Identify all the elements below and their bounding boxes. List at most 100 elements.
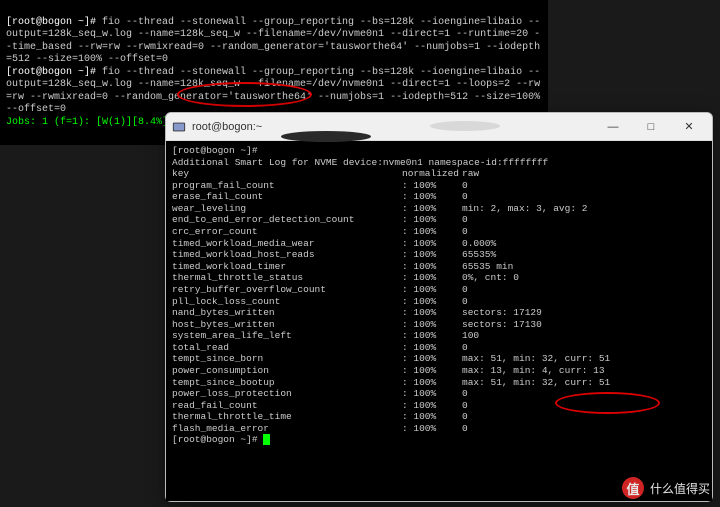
redaction-smudge [281,141,371,142]
watermark: 值 什么值得买 [622,477,710,499]
metric-normalized: : 100% [402,307,462,319]
metric-raw: 0 [462,411,706,423]
metric-normalized: : 100% [402,353,462,365]
metric-raw: 65535% [462,249,706,261]
metric-normalized: : 100% [402,261,462,273]
metric-normalized: : 100% [402,238,462,250]
metric-normalized: : 100% [402,377,462,389]
table-row: tempt_since_bootup: 100%max: 51, min: 32… [172,377,706,389]
metric-key: program_fail_count [172,180,402,192]
table-row: system_area_life_left: 100%100 [172,330,706,342]
metric-key: thermal_throttle_time [172,411,402,423]
table-row: timed_workload_host_reads: 100%65535% [172,249,706,261]
metric-raw: 0 [462,180,706,192]
metric-normalized: : 100% [402,272,462,284]
table-row: pll_lock_loss_count: 100%0 [172,296,706,308]
metric-key: host_bytes_written [172,319,402,331]
metric-normalized: : 100% [402,388,462,400]
metric-normalized: : 100% [402,296,462,308]
metric-normalized: : 100% [402,411,462,423]
col-key: key [172,168,402,180]
metric-key: timed_workload_host_reads [172,249,402,261]
metric-key: total_read [172,342,402,354]
col-normalized: normalized [402,168,462,180]
smart-log-header: Additional Smart Log for NVME device:nvm… [172,157,706,169]
metric-raw: max: 51, min: 32, curr: 51 [462,377,706,389]
shell-prompt: [root@bogon ~]# [6,17,102,28]
metric-key: power_loss_protection [172,388,402,400]
table-row: thermal_throttle_time: 100%0 [172,411,706,423]
prompt-line: [root@bogon ~]# [172,145,706,157]
metric-raw: 0 [462,296,706,308]
metric-normalized: : 100% [402,342,462,354]
metric-raw: 0 [462,388,706,400]
metric-key: erase_fail_count [172,191,402,203]
terminal-output[interactable]: [root@bogon ~]# Additional Smart Log for… [166,141,712,501]
watermark-logo: 值 [622,477,644,499]
metric-raw: 0 [462,191,706,203]
shell-prompt: [root@bogon ~]# [6,67,102,78]
table-row: host_bytes_written: 100%sectors: 17130 [172,319,706,331]
metric-key: wear_leveling [172,203,402,215]
prompt-line: [root@bogon ~]# [172,434,706,446]
table-header-row: key normalized raw [172,168,706,180]
metric-key: flash_media_error [172,423,402,435]
table-row: end_to_end_error_detection_count: 100%0 [172,214,706,226]
table-row: total_read: 100%0 [172,342,706,354]
metric-normalized: : 100% [402,249,462,261]
col-raw: raw [462,168,706,180]
table-row: timed_workload_timer: 100%65535 min [172,261,706,273]
app-icon [172,120,186,134]
metric-key: system_area_life_left [172,330,402,342]
metric-key: nand_bytes_written [172,307,402,319]
metric-raw: sectors: 17129 [462,307,706,319]
metric-key: tempt_since_born [172,353,402,365]
metric-raw: 0 [462,214,706,226]
metric-key: timed_workload_media_wear [172,238,402,250]
metric-raw: 0.000% [462,238,706,250]
metric-normalized: : 100% [402,284,462,296]
close-button[interactable]: ✕ [672,116,706,138]
table-row: erase_fail_count: 100%0 [172,191,706,203]
metric-normalized: : 100% [402,191,462,203]
metric-raw: sectors: 17130 [462,319,706,331]
watermark-text: 什么值得买 [650,480,710,497]
window-controls: — □ ✕ [596,116,706,138]
foreground-terminal-window: root@bogon:~ — □ ✕ [root@bogon ~]# Addit… [165,112,713,502]
metric-key: tempt_since_bootup [172,377,402,389]
metric-normalized: : 100% [402,423,462,435]
metric-normalized: : 100% [402,319,462,331]
metric-key: timed_workload_timer [172,261,402,273]
table-row: crc_error_count: 100%0 [172,226,706,238]
minimize-button[interactable]: — [596,116,630,138]
metric-raw: 65535 min [462,261,706,273]
metric-key: crc_error_count [172,226,402,238]
table-row: retry_buffer_overflow_count: 100%0 [172,284,706,296]
maximize-button[interactable]: □ [634,116,668,138]
metric-raw: min: 2, max: 3, avg: 2 [462,203,706,215]
window-titlebar[interactable]: root@bogon:~ — □ ✕ [166,113,712,141]
metric-raw: 0%, cnt: 0 [462,272,706,284]
metric-key: end_to_end_error_detection_count [172,214,402,226]
table-row: timed_workload_media_wear: 100%0.000% [172,238,706,250]
metric-key: retry_buffer_overflow_count [172,284,402,296]
metric-raw: max: 51, min: 32, curr: 51 [462,353,706,365]
table-row: tempt_since_born: 100%max: 51, min: 32, … [172,353,706,365]
table-row: power_consumption: 100%max: 13, min: 4, … [172,365,706,377]
metric-raw: 100 [462,330,706,342]
terminal-cursor [263,434,270,445]
metric-raw: max: 13, min: 4, curr: 13 [462,365,706,377]
table-row: wear_leveling: 100%min: 2, max: 3, avg: … [172,203,706,215]
table-row: thermal_throttle_status: 100%0%, cnt: 0 [172,272,706,284]
metric-key: power_consumption [172,365,402,377]
metric-key: pll_lock_loss_count [172,296,402,308]
metric-normalized: : 100% [402,400,462,412]
metric-normalized: : 100% [402,214,462,226]
metric-normalized: : 100% [402,365,462,377]
metric-key: thermal_throttle_status [172,272,402,284]
metric-normalized: : 100% [402,226,462,238]
table-row: flash_media_error: 100%0 [172,423,706,435]
table-row: nand_bytes_written: 100%sectors: 17129 [172,307,706,319]
metric-raw: 0 [462,342,706,354]
metric-raw: 0 [462,226,706,238]
